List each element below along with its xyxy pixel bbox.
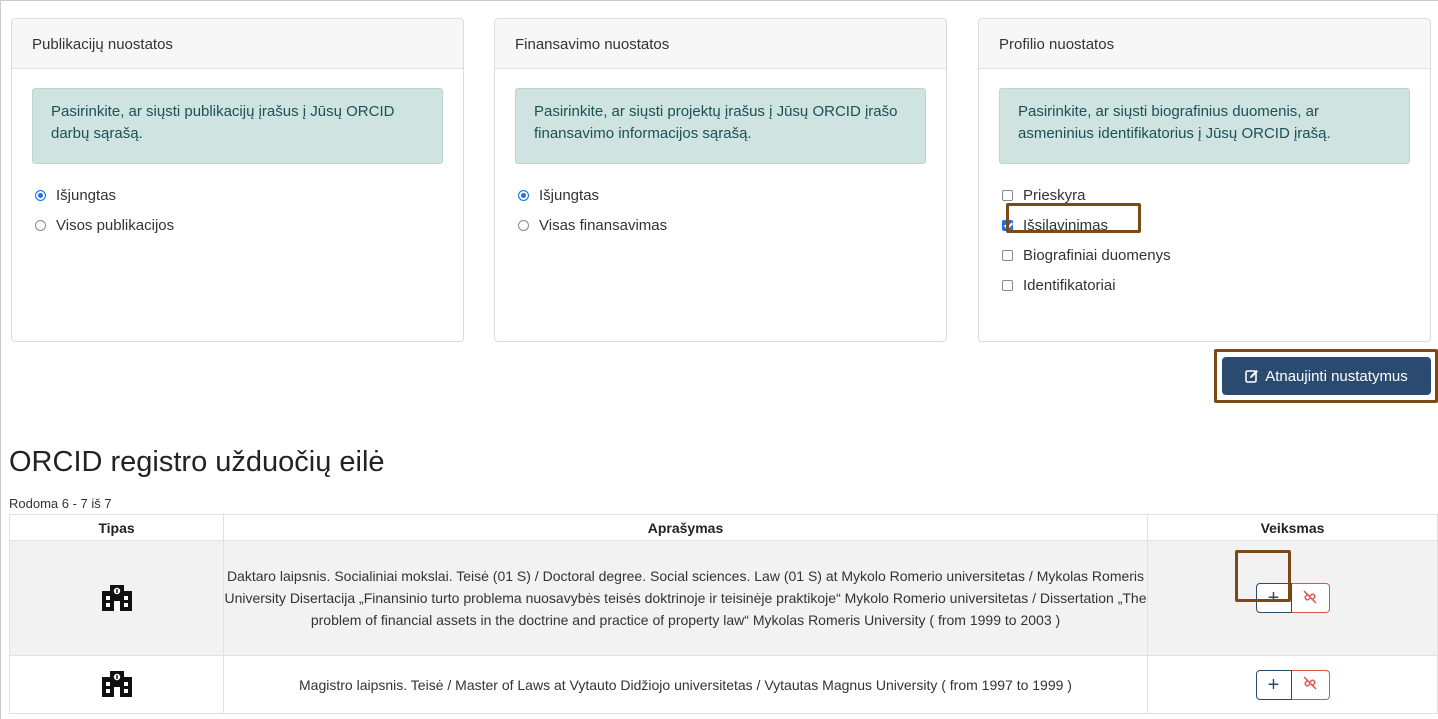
funding-card-title: Finansavimo nuostatos: [495, 19, 946, 69]
publications-option-all[interactable]: Visos publikacijos: [35, 210, 443, 240]
frame-top-border: [0, 0, 1438, 1]
add-button-highlight-frame: [1235, 550, 1291, 602]
radio-icon[interactable]: [35, 219, 46, 231]
type-cell: [9, 655, 224, 714]
profile-option-identifiers[interactable]: Identifikatoriai: [1002, 270, 1410, 300]
queue-table: Tipas Aprašymas Veiksmas Daktaro laipsni…: [9, 514, 1438, 714]
column-header-type: Tipas: [9, 514, 224, 541]
type-cell: [9, 540, 224, 656]
radio-icon[interactable]: [518, 219, 529, 231]
description-cell: Daktaro laipsnis. Socialiniai mokslai. T…: [223, 540, 1148, 656]
column-header-action: Veiksmas: [1147, 514, 1438, 541]
funding-option-disabled[interactable]: Išjungtas: [518, 180, 926, 210]
option-label: Identifikatoriai: [1023, 276, 1116, 294]
radio-selected-icon[interactable]: [35, 189, 46, 201]
funding-option-all[interactable]: Visas finansavimas: [518, 210, 926, 240]
edit-icon: [1245, 369, 1259, 383]
education-highlight-frame: [1006, 203, 1141, 233]
funding-settings-card: Finansavimo nuostatos Pasirinkite, ar si…: [494, 18, 947, 342]
column-header-description: Aprašymas: [223, 514, 1148, 541]
option-label: Išjungtas: [56, 186, 117, 204]
profile-settings-card: Profilio nuostatos Pasirinkite, ar siųst…: [978, 18, 1431, 342]
option-label: Visas finansavimas: [539, 216, 668, 234]
action-cell: +: [1147, 655, 1438, 714]
checkbox-icon[interactable]: [1002, 279, 1013, 291]
frame-left-border: [0, 0, 1, 719]
publications-option-disabled[interactable]: Išjungtas: [35, 180, 443, 210]
option-label: Biografiniai duomenys: [1023, 246, 1171, 264]
action-cell: +: [1147, 540, 1438, 656]
update-settings-button[interactable]: Atnaujinti nustatymus: [1222, 357, 1431, 395]
unlink-icon: [1302, 590, 1318, 607]
unlink-button[interactable]: [1291, 669, 1330, 700]
unlink-button[interactable]: [1291, 583, 1330, 613]
table-row: Daktaro laipsnis. Socialiniai mokslai. T…: [9, 540, 1438, 656]
building-icon: [100, 584, 134, 614]
publications-settings-card: Publikacijų nuostatos Pasirinkite, ar si…: [11, 18, 464, 342]
publications-info-alert: Pasirinkite, ar siųsti publikacijų įrašu…: [32, 88, 443, 164]
profile-info-alert: Pasirinkite, ar siųsti biografinius duom…: [999, 88, 1410, 164]
update-button-label: Atnaujinti nustatymus: [1265, 367, 1408, 385]
queue-count: Rodoma 6 - 7 iš 7: [9, 496, 112, 511]
radio-selected-icon[interactable]: [518, 189, 529, 201]
funding-info-alert: Pasirinkite, ar siųsti projektų įrašus į…: [515, 88, 926, 164]
option-label: Prieskyra: [1023, 186, 1086, 204]
building-icon: [100, 671, 134, 700]
unlink-icon: [1302, 676, 1318, 693]
option-label: Išjungtas: [539, 186, 600, 204]
add-to-orcid-button[interactable]: +: [1255, 669, 1292, 700]
table-row: Magistro laipsnis. Teisė / Master of Law…: [9, 655, 1438, 714]
option-label: Visos publikacijos: [56, 216, 175, 234]
profile-option-biography[interactable]: Biografiniai duomenys: [1002, 240, 1410, 270]
checkbox-icon[interactable]: [1002, 189, 1013, 201]
action-button-group: +: [1255, 669, 1330, 700]
description-cell: Magistro laipsnis. Teisė / Master of Law…: [223, 655, 1148, 714]
queue-title: ORCID registro užduočių eilė: [9, 446, 385, 478]
checkbox-icon[interactable]: [1002, 249, 1013, 261]
profile-card-title: Profilio nuostatos: [979, 19, 1430, 69]
publications-card-title: Publikacijų nuostatos: [12, 19, 463, 69]
